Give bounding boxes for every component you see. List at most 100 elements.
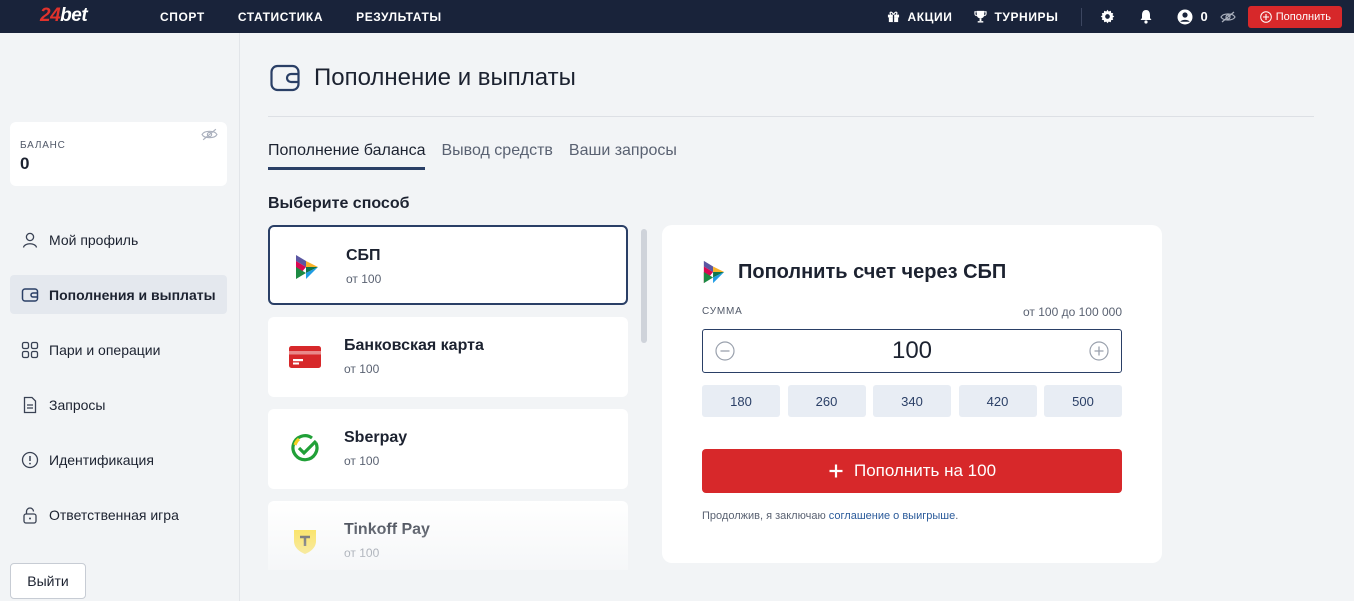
terms-prefix: Продолжив, я заключаю (702, 510, 826, 522)
tab-withdraw[interactable]: Вывод средств (441, 142, 552, 170)
sidebar-menu: Мой профиль Пополнения и выплаты Пари и … (10, 220, 227, 550)
submit-label: Пополнить на 100 (853, 461, 997, 480)
logo-text: bet (60, 5, 88, 26)
preset-amounts: 180 260 340 420 500 (702, 385, 1122, 417)
submit-deposit-button[interactable]: Пополнить на 100 (702, 449, 1122, 493)
method-min: от 100 (344, 546, 380, 560)
page-header: Пополнение и выплаты (270, 64, 576, 92)
tab-requests[interactable]: Ваши запросы (569, 142, 677, 170)
promo-label: АКЦИИ (907, 9, 953, 24)
grid-icon (21, 341, 39, 358)
document-icon (23, 396, 37, 413)
method-min: от 100 (346, 272, 382, 286)
method-tinkoff-pay[interactable]: Tinkoff Pay от 100 (268, 501, 628, 570)
panel-header: Пополнить счет через СБП (702, 259, 1006, 285)
divider (268, 116, 1314, 117)
logo[interactable]: 24bet (40, 5, 88, 27)
user-icon (22, 232, 38, 248)
amount-label: СУММА (702, 306, 743, 317)
divider (1080, 7, 1082, 26)
bell-icon (1140, 10, 1151, 24)
hide-balance-toggle[interactable] (1220, 11, 1236, 23)
amount-input[interactable]: 100 (702, 329, 1122, 373)
method-min: от 100 (344, 362, 380, 376)
amount-value[interactable]: 100 (703, 337, 1121, 365)
method-min: от 100 (344, 454, 380, 468)
sidebar-item-identification[interactable]: Идентификация (10, 440, 227, 479)
settings-button[interactable] (1100, 9, 1115, 24)
page-title: Пополнение и выплаты (314, 64, 576, 91)
trophy-icon (974, 10, 988, 23)
logout-button[interactable]: Выйти (10, 563, 86, 599)
plus-circle-icon (1089, 341, 1109, 361)
sidebar-item-label: Пополнения и выплаты (49, 286, 216, 303)
preset-button[interactable]: 340 (873, 385, 951, 417)
gift-icon (888, 11, 900, 23)
nav-results[interactable]: РЕЗУЛЬТАТЫ (356, 10, 442, 24)
main-content: Пополнение и выплаты Пополнение баланса … (240, 33, 1354, 601)
methods-scrollbar[interactable] (641, 229, 647, 343)
sbp-icon (703, 260, 725, 284)
sberpay-icon (288, 433, 322, 465)
plus-icon (829, 464, 843, 478)
lock-icon (23, 506, 37, 524)
balance-label: БАЛАНС (20, 140, 66, 151)
promo-link[interactable]: АКЦИИ (887, 10, 952, 24)
method-sberpay[interactable]: Sberpay от 100 (268, 409, 628, 489)
sidebar-item-label: Ответственная игра (49, 506, 179, 523)
sbp-icon (290, 251, 324, 283)
amount-range: от 100 до 100 000 (1023, 305, 1122, 319)
balance-amount: 0 (20, 154, 30, 173)
sidebar-item-bets[interactable]: Пари и операции (10, 330, 227, 369)
sidebar: БАЛАНС 0 Мой профиль Пополнения и выплат… (0, 33, 240, 601)
info-icon (21, 451, 39, 468)
preset-button[interactable]: 260 (787, 385, 866, 417)
payment-panel: Пополнить счет через СБП СУММА от 100 до… (662, 225, 1162, 563)
preset-button[interactable]: 500 (1044, 385, 1122, 417)
eye-off-icon (201, 128, 218, 141)
payment-methods-list: СБП от 100 Банковская карта от 100 Sberp… (268, 225, 628, 570)
balance-visibility-toggle[interactable] (201, 128, 218, 146)
tournaments-label: ТУРНИРЫ (994, 9, 1059, 24)
terms-text: Продолжив, я заключаю соглашение о выигр… (702, 510, 958, 522)
wallet-icon (270, 64, 300, 92)
topup-label: Пополнить (1275, 10, 1331, 23)
credit-card-icon (288, 341, 322, 373)
terms-link[interactable]: соглашение о выигрыше (829, 510, 955, 522)
preset-button[interactable]: 420 (958, 385, 1037, 417)
user-circle-icon (1177, 9, 1192, 24)
nav-sport[interactable]: СПОРТ (160, 10, 205, 24)
preset-button[interactable]: 180 (702, 385, 780, 417)
sidebar-item-label: Мой профиль (49, 231, 139, 248)
notifications-button[interactable] (1139, 9, 1153, 24)
wallet-icon (21, 287, 39, 302)
sidebar-item-requests[interactable]: Запросы (10, 385, 227, 424)
topup-button[interactable]: Пополнить (1247, 5, 1342, 28)
plus-circle-icon (1259, 10, 1272, 23)
account-balance[interactable]: 0 (1177, 9, 1208, 25)
method-name: СБП (346, 247, 381, 264)
tabs: Пополнение баланса Вывод средств Ваши за… (268, 142, 693, 170)
tinkoff-icon (288, 525, 322, 557)
main-nav: СПОРТ СТАТИСТИКА РЕЗУЛЬТАТЫ (160, 0, 475, 33)
increase-button[interactable] (1089, 341, 1109, 366)
method-name: Tinkoff Pay (344, 521, 430, 538)
method-name: Банковская карта (344, 337, 484, 354)
section-heading: Выберите способ (268, 195, 410, 212)
balance-value: 0 (1200, 9, 1208, 24)
sidebar-item-profile[interactable]: Мой профиль (10, 220, 227, 259)
method-sbp[interactable]: СБП от 100 (268, 225, 628, 305)
tab-deposit[interactable]: Пополнение баланса (268, 142, 426, 170)
method-bank-card[interactable]: Банковская карта от 100 (268, 317, 628, 397)
method-name: Sberpay (344, 429, 408, 446)
terms-suffix: . (955, 510, 959, 522)
sidebar-item-label: Пари и операции (49, 341, 161, 358)
sidebar-item-responsible-gaming[interactable]: Ответственная игра (10, 495, 227, 534)
panel-title: Пополнить счет через СБП (738, 260, 1007, 283)
nav-statistics[interactable]: СТАТИСТИКА (238, 10, 323, 24)
tournaments-link[interactable]: ТУРНИРЫ (974, 10, 1058, 24)
top-navbar: 24bet СПОРТ СТАТИСТИКА РЕЗУЛЬТАТЫ АКЦИИ … (0, 0, 1354, 33)
sidebar-item-payments[interactable]: Пополнения и выплаты (10, 275, 227, 314)
logo-number: 24 (40, 5, 61, 26)
eye-off-icon (1220, 11, 1236, 22)
